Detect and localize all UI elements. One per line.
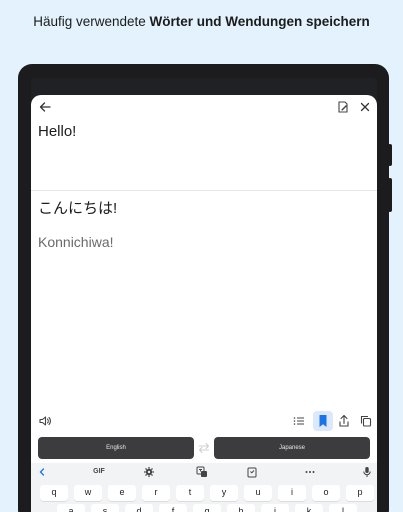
language-bar: English Japanese [38, 437, 370, 459]
key-s[interactable]: s [91, 504, 119, 512]
key-y[interactable]: y [210, 485, 238, 501]
keyboard-toolbar: GIF [31, 463, 377, 481]
key-i[interactable]: i [278, 485, 306, 501]
share-icon[interactable] [336, 413, 352, 429]
more-icon[interactable] [304, 466, 316, 478]
close-icon[interactable] [357, 99, 373, 115]
keyboard-row-2: asdfghjkl [31, 504, 377, 512]
keyboard-row-1: qwertyuiop [31, 485, 377, 501]
arrow-left-icon[interactable] [37, 99, 53, 115]
result-actions [31, 411, 377, 433]
card-topbar [31, 95, 377, 119]
keyboard: GIF qwertyuiop asdfghjkl [31, 463, 377, 512]
key-u[interactable]: u [244, 485, 272, 501]
key-a[interactable]: a [57, 504, 85, 512]
headline-normal: Häufig verwendete [33, 14, 150, 29]
key-f[interactable]: f [159, 504, 187, 512]
bookmark-icon[interactable] [313, 411, 333, 431]
headline-bold: Wörter und Wendungen speichern [149, 14, 370, 29]
gear-icon[interactable] [143, 466, 155, 478]
key-w[interactable]: w [74, 485, 102, 501]
divider [31, 190, 377, 191]
translate-icon[interactable] [196, 466, 208, 478]
headline: Häufig verwendete Wörter und Wendungen s… [0, 14, 403, 29]
edit-icon[interactable] [335, 99, 351, 115]
key-r[interactable]: r [142, 485, 170, 501]
key-q[interactable]: q [40, 485, 68, 501]
key-t[interactable]: t [176, 485, 204, 501]
key-l[interactable]: l [329, 504, 357, 512]
clipboard-icon[interactable] [246, 466, 258, 478]
translated-text: こんにちは! [38, 200, 118, 217]
copy-icon[interactable] [358, 413, 374, 429]
gif-icon[interactable]: GIF [91, 466, 107, 478]
speaker-icon[interactable] [37, 413, 53, 429]
romanization-text: Konnichiwa! [38, 234, 114, 250]
key-d[interactable]: d [125, 504, 153, 512]
target-language-button[interactable]: Japanese [214, 437, 370, 459]
swap-icon[interactable] [197, 441, 211, 455]
key-o[interactable]: o [312, 485, 340, 501]
key-p[interactable]: p [346, 485, 374, 501]
chevron-left-icon[interactable] [36, 466, 48, 478]
key-e[interactable]: e [108, 485, 136, 501]
source-language-button[interactable]: English [38, 437, 194, 459]
mic-icon[interactable] [361, 466, 373, 478]
key-j[interactable]: j [261, 504, 289, 512]
list-icon[interactable] [291, 413, 307, 429]
key-g[interactable]: g [193, 504, 221, 512]
key-k[interactable]: k [295, 504, 323, 512]
source-text[interactable]: Hello! [38, 123, 76, 140]
tablet-side-button [388, 178, 392, 212]
key-h[interactable]: h [227, 504, 255, 512]
tablet-side-button [388, 144, 392, 166]
